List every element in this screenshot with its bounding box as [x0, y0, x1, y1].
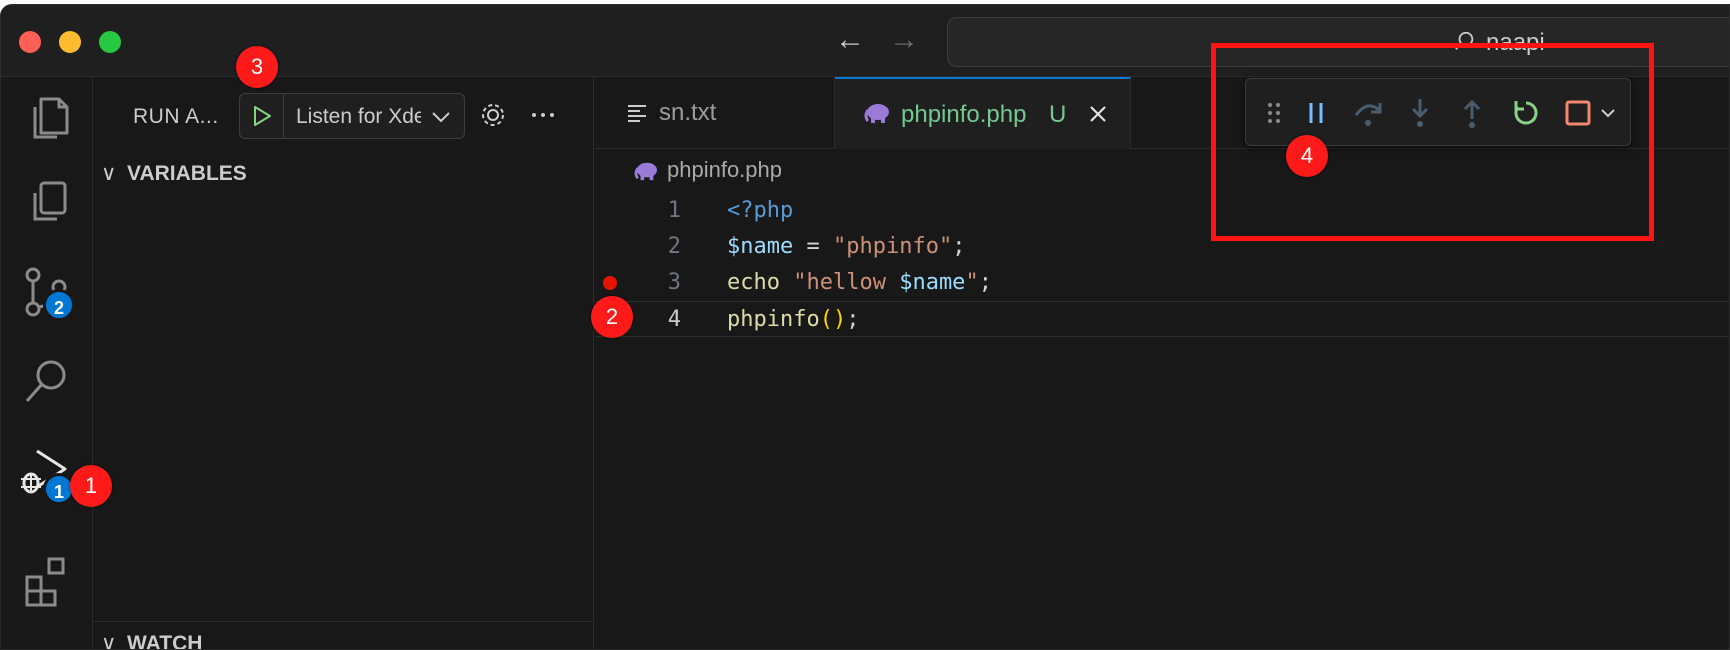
search-icon[interactable]: [19, 353, 75, 409]
watch-section-header[interactable]: ∨ WATCH: [101, 631, 202, 650]
chevron-down-icon: ∨: [101, 632, 117, 650]
callout-4: 4: [1286, 135, 1328, 177]
breakpoint-dot[interactable]: [603, 276, 617, 290]
line-number: 2: [667, 234, 681, 259]
code-text: $name = "phpinfo";: [727, 234, 966, 259]
highlight-rectangle: [1211, 43, 1654, 241]
code-text: <?php: [727, 198, 794, 223]
php-elephant-icon: [634, 162, 657, 181]
run-debug-icon[interactable]: 1: [19, 445, 75, 505]
play-icon: [254, 106, 271, 126]
more-actions-icon[interactable]: [529, 101, 557, 129]
breadcrumb-file: phpinfo.php: [667, 157, 782, 182]
text-file-icon: [628, 105, 646, 122]
variables-section-header[interactable]: ∨ VARIABLES: [101, 161, 247, 186]
section-divider: [93, 621, 593, 622]
sidebar-title: RUN A...: [133, 105, 219, 128]
breadcrumb[interactable]: phpinfo.php: [633, 157, 782, 183]
back-arrow-icon[interactable]: ←: [835, 25, 865, 55]
explorer-icon[interactable]: [19, 89, 75, 145]
tab-phpinfo-php[interactable]: phpinfo.php U: [835, 77, 1131, 149]
line-number: 4: [667, 307, 681, 332]
activity-bar: 2 1: [1, 77, 93, 649]
tab-label: sn.txt: [659, 99, 717, 126]
source-control-icon[interactable]: 2: [19, 263, 75, 321]
gear-icon[interactable]: [479, 101, 507, 129]
chevron-down-icon[interactable]: [430, 106, 452, 128]
forward-arrow-icon[interactable]: →: [889, 25, 919, 55]
code-text: phpinfo();: [727, 307, 860, 332]
line-number: 3: [667, 270, 681, 295]
code-line: 3 echo "hellow $name";: [595, 265, 1729, 301]
maximize-window-button[interactable]: [99, 31, 121, 53]
callout-2: 2: [591, 296, 633, 338]
files-icon[interactable]: [19, 175, 75, 231]
code-text: echo "hellow $name";: [727, 270, 992, 295]
tab-label: phpinfo.php: [901, 101, 1027, 128]
code-line-current: 4 phpinfo();: [595, 301, 1729, 337]
extensions-icon[interactable]: [19, 553, 75, 609]
launch-config-box: Listen for Xdebug: [239, 93, 465, 139]
start-debugging-button[interactable]: [240, 94, 284, 138]
close-icon[interactable]: [1089, 105, 1107, 123]
untracked-status: U: [1049, 101, 1067, 128]
minimize-window-button[interactable]: [59, 31, 81, 53]
scm-badge: 2: [43, 289, 75, 321]
chevron-down-icon: ∨: [101, 162, 117, 185]
php-elephant-icon: [864, 104, 889, 123]
line-number: 1: [667, 198, 681, 223]
tab-sn-txt[interactable]: sn.txt: [595, 77, 835, 149]
callout-1: 1: [70, 465, 112, 507]
launch-config-select[interactable]: Listen for Xdebug: [296, 105, 421, 129]
callout-3: 3: [236, 46, 278, 88]
run-and-debug-sidebar: RUN A... Listen for Xdebug ∨VARIABLES: [93, 77, 594, 650]
close-window-button[interactable]: [19, 31, 41, 53]
